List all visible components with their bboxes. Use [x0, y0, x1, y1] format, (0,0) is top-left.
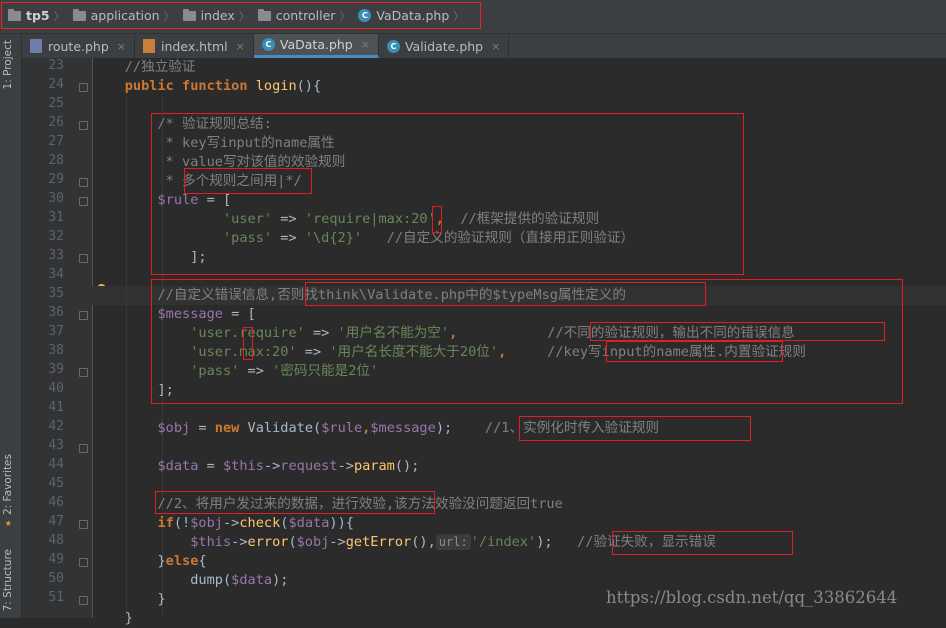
tool-window-strip: 1: Project 2: Favorites ★ 7: Structure — [0, 34, 22, 618]
line-number: 29 — [48, 172, 64, 187]
tab-index-html[interactable]: index.html × — [135, 34, 254, 58]
annotation-box-typemsg — [305, 282, 706, 306]
annotation-box-validate — [155, 491, 435, 514]
line-number: 24 — [48, 77, 64, 92]
line-number: 39 — [48, 362, 64, 377]
line-number: 48 — [48, 533, 64, 548]
structure-tool-button[interactable]: 7: Structure — [2, 549, 14, 611]
line-number: 36 — [48, 305, 64, 320]
chevron-right-icon: 〉 — [453, 9, 465, 23]
breadcrumb-item-vadata[interactable]: C VaData.php 〉 — [358, 8, 468, 24]
fold-marker[interactable] — [79, 368, 88, 377]
line-number: 50 — [48, 571, 64, 586]
chevron-right-icon: 〉 — [238, 9, 250, 23]
line-number: 31 — [48, 210, 64, 225]
annotation-box-instantiate — [519, 416, 751, 441]
line-number: 28 — [48, 153, 64, 168]
code-line-23: //独立验证 — [92, 59, 196, 75]
watermark: https://blog.csdn.net/qq_33862644 — [606, 588, 898, 607]
close-icon[interactable]: × — [361, 38, 370, 51]
close-icon[interactable]: × — [236, 40, 245, 53]
php-file-icon: C — [358, 9, 372, 22]
close-icon[interactable]: × — [117, 40, 126, 53]
tab-validate-php[interactable]: C Validate.php × — [379, 34, 510, 58]
folder-icon — [257, 8, 271, 21]
line-number: 40 — [48, 381, 64, 396]
line-number: 25 — [48, 96, 64, 111]
line-number: 30 — [48, 191, 64, 206]
navigation-bar: tp5 〉 application 〉 index 〉 controller 〉… — [0, 0, 946, 34]
line-number: 49 — [48, 552, 64, 567]
breadcrumb-item-application[interactable]: application 〉 — [72, 8, 179, 24]
html-file-icon — [143, 39, 156, 53]
line-number: 46 — [48, 495, 64, 510]
breadcrumb-item-tp5[interactable]: tp5 〉 — [8, 8, 69, 24]
line-number: 27 — [48, 134, 64, 149]
fold-marker[interactable] — [79, 83, 88, 92]
line-number: 51 — [48, 590, 64, 605]
folder-icon — [182, 8, 196, 21]
line-number: 33 — [48, 248, 64, 263]
breadcrumb-item-controller[interactable]: controller 〉 — [257, 8, 355, 24]
annotation-box-rule — [151, 113, 744, 275]
code-line-47: if(!$obj->check($data)){ — [157, 515, 354, 531]
line-number: 32 — [48, 229, 64, 244]
code-line-51: } — [92, 591, 166, 607]
line-number: 45 — [48, 476, 64, 491]
code-line-24: public function login(){ — [124, 78, 322, 94]
annotation-box-different-rules — [590, 322, 885, 341]
line-number: 34 — [48, 267, 64, 282]
line-number: 23 — [48, 58, 64, 73]
fold-marker[interactable] — [79, 178, 88, 187]
php-file-icon: C — [386, 39, 400, 53]
chevron-right-icon: 〉 — [53, 9, 65, 23]
tab-route-php[interactable]: route.php × — [22, 34, 136, 58]
line-number: 43 — [48, 438, 64, 453]
project-tool-button[interactable]: 1: Project — [2, 40, 14, 89]
tab-vadata-php[interactable]: C VaData.php × — [253, 34, 379, 58]
line-number: 47 — [48, 514, 64, 529]
editor-tabs: route.php × index.html × C VaData.php × … — [22, 34, 946, 59]
line-number: 41 — [48, 400, 64, 415]
fold-marker[interactable] — [79, 121, 88, 130]
close-icon[interactable]: × — [491, 40, 500, 53]
fold-marker[interactable] — [79, 444, 88, 453]
fold-marker[interactable] — [79, 254, 88, 263]
code-line-44: $data = $this->request->param(); — [157, 458, 420, 474]
star-icon: ★ — [5, 516, 12, 529]
annotation-box-fail — [612, 531, 793, 555]
line-number: 42 — [48, 419, 64, 434]
line-number: 38 — [48, 343, 64, 358]
parameter-hint: url: — [435, 534, 471, 550]
breadcrumb-item-index[interactable]: index 〉 — [182, 8, 254, 24]
php-file-icon: C — [261, 38, 275, 51]
chevron-right-icon: 〉 — [339, 9, 351, 23]
favorites-tool-button[interactable]: 2: Favorites — [2, 454, 14, 515]
fold-marker[interactable] — [79, 558, 88, 567]
line-number: 26 — [48, 115, 64, 130]
fold-marker[interactable] — [79, 197, 88, 206]
chevron-right-icon: 〉 — [163, 9, 175, 23]
annotation-box-pipe — [184, 168, 312, 194]
fold-marker[interactable] — [79, 596, 88, 605]
breadcrumb: tp5 〉 application 〉 index 〉 controller 〉… — [1, 2, 482, 29]
annotation-box-key-name — [606, 341, 783, 362]
annotation-box-dot — [243, 327, 253, 360]
line-number: 37 — [48, 324, 64, 339]
folder-icon — [72, 8, 86, 21]
fold-marker[interactable] — [79, 520, 88, 529]
line-number: 35 — [48, 286, 64, 301]
code-line-49: }else{ — [92, 553, 207, 569]
editor-gutter[interactable]: 23 24 25 26 27 28 29 30 31 32 33 34 35 3… — [22, 58, 93, 618]
code-line-52: } — [92, 610, 133, 626]
fold-marker[interactable] — [79, 311, 88, 320]
folder-icon — [8, 8, 21, 21]
line-number: 44 — [48, 457, 64, 472]
code-line-50: dump($data); — [190, 572, 289, 588]
php-file-icon — [30, 39, 42, 53]
annotation-box-pipe-char — [432, 206, 442, 233]
